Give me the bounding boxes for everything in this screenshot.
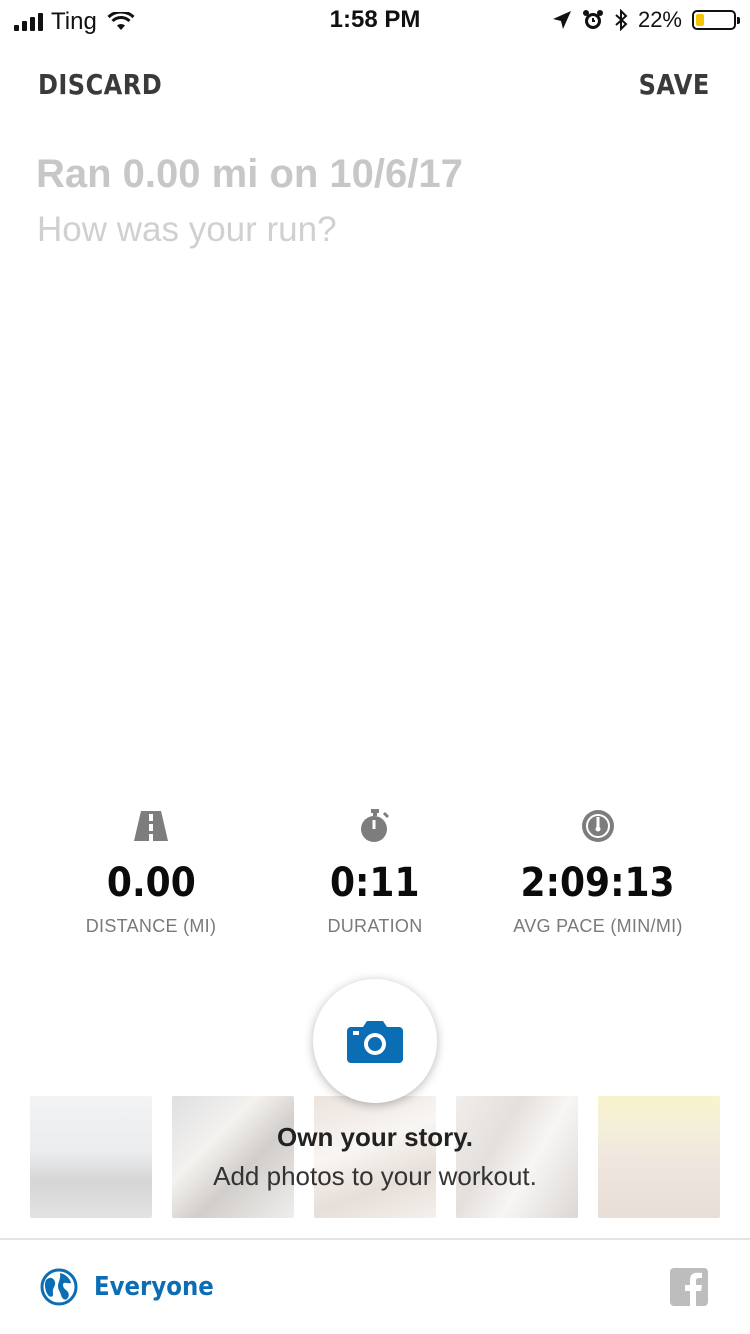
stopwatch-icon: [361, 809, 390, 842]
post-body-input[interactable]: How was your run?: [37, 210, 337, 250]
distance-value: 0.00: [106, 860, 196, 906]
location-icon: [552, 11, 571, 29]
globe-icon: [40, 1268, 78, 1306]
speedometer-icon: [582, 810, 614, 842]
stat-duration: 0:11 DURATION: [255, 806, 495, 937]
footer-divider: [0, 1238, 750, 1240]
alarm-icon: [582, 10, 603, 29]
photo-promo: Own your story. Add photos to your worko…: [0, 1122, 750, 1192]
avg-pace-value: 2:09:13: [520, 860, 676, 906]
battery-icon: [692, 10, 740, 30]
promo-headline: Own your story.: [277, 1122, 473, 1152]
duration-label: DURATION: [327, 916, 423, 936]
avg-pace-label: AVG PACE (MIN/MI): [513, 916, 683, 936]
discard-button[interactable]: DISCARD: [38, 68, 162, 101]
promo-subline: Add photos to your workout.: [213, 1161, 537, 1191]
facebook-share-button[interactable]: [670, 1268, 708, 1306]
battery-percent: 22%: [637, 7, 682, 32]
bluetooth-icon: [615, 9, 628, 31]
post-title-input[interactable]: Ran 0.00 mi on 10/6/17: [36, 152, 463, 197]
status-bar: Ting 1:58 PM 22%: [0, 0, 750, 40]
privacy-label: Everyone: [94, 1272, 214, 1302]
save-button[interactable]: SAVE: [639, 68, 710, 101]
duration-value: 0:11: [330, 860, 420, 906]
camera-icon: [347, 1021, 403, 1063]
workout-stats: 0.00 DISTANCE (MI) 0:11 DURATION 2:09:13…: [0, 806, 750, 946]
add-photo-button[interactable]: [313, 979, 437, 1103]
privacy-selector[interactable]: Everyone: [40, 1268, 230, 1306]
stat-distance: 0.00 DISTANCE (MI): [31, 806, 271, 937]
facebook-icon: [685, 1272, 702, 1306]
stat-avg-pace: 2:09:13 AVG PACE (MIN/MI): [478, 806, 718, 937]
distance-label: DISTANCE (MI): [85, 916, 217, 936]
road-icon: [134, 811, 168, 841]
